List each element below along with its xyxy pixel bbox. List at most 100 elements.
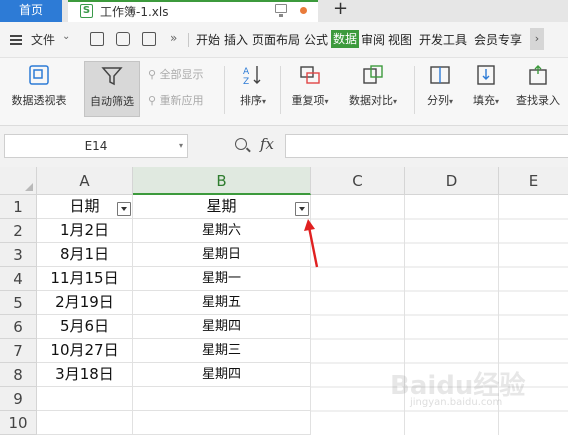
column-header-e[interactable]: E — [499, 167, 568, 195]
cell-a7[interactable]: 10月27日 — [37, 339, 133, 363]
more-commands-icon[interactable]: » — [170, 31, 177, 45]
menu-item-data[interactable]: 数据 — [331, 30, 360, 48]
print-icon[interactable] — [116, 32, 130, 46]
chevron-down-icon[interactable]: ⌄ — [62, 31, 70, 42]
filter-funnel-icon — [101, 65, 123, 87]
show-all-button[interactable]: ⚲ 全部显示 — [148, 66, 204, 82]
chevron-down-icon[interactable]: ▾ — [179, 135, 183, 157]
column-header-b[interactable]: B — [133, 167, 311, 195]
column-header-a[interactable]: A — [37, 167, 133, 195]
cell-b2[interactable]: 星期六 — [133, 219, 311, 243]
cell-b10[interactable] — [133, 411, 311, 435]
menu-item-developer[interactable]: 开发工具 — [419, 31, 467, 48]
formula-bar: E14 ▾ fx — [0, 126, 568, 167]
print-preview-icon[interactable] — [142, 32, 156, 46]
row-header[interactable]: 5 — [0, 291, 37, 315]
pivot-table-button[interactable]: 数据透视表 — [6, 64, 72, 108]
cell-b1[interactable]: 星期 — [133, 195, 311, 219]
menu-item-page-layout[interactable]: 页面布局 — [252, 31, 300, 48]
menu-item-view[interactable]: 视图 — [388, 31, 412, 48]
fill-down-icon — [475, 64, 497, 86]
show-all-icon: ⚲ — [148, 68, 157, 81]
ribbon-divider — [414, 66, 415, 114]
filter-dropdown-icon[interactable] — [117, 202, 131, 216]
cell-b4[interactable]: 星期一 — [133, 267, 311, 291]
watermark-url: jingyan.baidu.com — [410, 397, 503, 408]
ribbon-toolbar: 数据透视表 自动筛选 ⚲ 全部显示 ⚲ 重新应用 AZ 排序▾ 重复项▾ 数据对… — [0, 58, 568, 126]
svg-text:A: A — [243, 67, 250, 77]
row-header[interactable]: 3 — [0, 243, 37, 267]
menu-scroll-right-icon[interactable]: › — [530, 28, 544, 50]
row-header[interactable]: 7 — [0, 339, 37, 363]
split-column-icon — [429, 64, 451, 86]
filter-dropdown-icon[interactable] — [295, 202, 309, 216]
cell-a4[interactable]: 11月15日 — [37, 267, 133, 291]
ribbon-divider — [280, 66, 281, 114]
new-tab-button[interactable]: + — [333, 0, 348, 19]
sort-button[interactable]: AZ 排序▾ — [232, 64, 274, 108]
pivot-table-icon — [28, 64, 50, 86]
row-header[interactable]: 6 — [0, 315, 37, 339]
row-header[interactable]: 8 — [0, 363, 37, 387]
cell-a5[interactable]: 2月19日 — [37, 291, 133, 315]
cell-b3[interactable]: 星期日 — [133, 243, 311, 267]
duplicates-button[interactable]: 重复项▾ — [286, 64, 334, 108]
chevron-down-icon: ▾ — [324, 97, 329, 106]
select-all-corner[interactable] — [0, 167, 37, 195]
split-column-button[interactable]: 分列▾ — [420, 64, 460, 108]
row-header[interactable]: 2 — [0, 219, 37, 243]
chevron-down-icon: ▾ — [261, 97, 266, 106]
formula-input[interactable] — [285, 134, 568, 158]
row-header[interactable]: 4 — [0, 267, 37, 291]
monitor-icon[interactable] — [275, 4, 287, 17]
tab-home[interactable]: 首页 — [0, 0, 62, 22]
cell-a2[interactable]: 1月2日 — [37, 219, 133, 243]
file-menu[interactable]: 文件 — [31, 31, 55, 48]
unsaved-indicator-icon — [300, 7, 307, 14]
hamburger-menu-icon[interactable] — [10, 35, 22, 45]
chevron-down-icon: ▾ — [392, 97, 397, 106]
row-header[interactable]: 9 — [0, 387, 37, 411]
document-title: 工作簿-1.xls — [100, 5, 169, 19]
menu-item-insert[interactable]: 插入 — [224, 31, 248, 48]
sort-icon: AZ — [242, 64, 264, 87]
annotation-arrow-icon — [304, 219, 319, 268]
cell-b9[interactable] — [133, 387, 311, 411]
row-header[interactable]: 10 — [0, 411, 37, 435]
insert-function-icon[interactable]: fx — [260, 135, 274, 153]
data-compare-button[interactable]: 数据对比▾ — [342, 64, 404, 108]
zoom-icon[interactable] — [235, 138, 247, 150]
lookup-entry-icon — [527, 64, 549, 86]
column-header-c[interactable]: C — [311, 167, 405, 195]
autofilter-button[interactable]: 自动筛选 — [84, 61, 140, 117]
menu-item-formulas[interactable]: 公式 — [304, 31, 328, 48]
menu-item-start[interactable]: 开始 — [196, 31, 220, 48]
fill-button[interactable]: 填充▾ — [466, 64, 506, 108]
cell-a3[interactable]: 8月1日 — [37, 243, 133, 267]
menu-divider — [188, 33, 189, 47]
lookup-entry-button[interactable]: 查找录入 — [512, 64, 564, 108]
spreadsheet-file-icon: S — [80, 4, 93, 18]
tab-bar: 首页 S 工作簿-1.xls + — [0, 0, 568, 22]
row-header[interactable]: 1 — [0, 195, 37, 219]
cell-b6[interactable]: 星期四 — [133, 315, 311, 339]
tab-document[interactable]: S 工作簿-1.xls — [68, 0, 318, 22]
name-box[interactable]: E14 ▾ — [4, 134, 188, 158]
data-compare-icon — [362, 64, 384, 86]
cell-a10[interactable] — [37, 411, 133, 435]
reapply-button[interactable]: ⚲ 重新应用 — [148, 92, 204, 108]
column-header-d[interactable]: D — [405, 167, 499, 195]
save-icon[interactable] — [90, 32, 104, 46]
ribbon-divider — [224, 66, 225, 114]
chevron-down-icon: ▾ — [494, 97, 499, 106]
cell-b5[interactable]: 星期五 — [133, 291, 311, 315]
duplicates-icon — [299, 64, 321, 86]
cell-a8[interactable]: 3月18日 — [37, 363, 133, 387]
cell-b8[interactable]: 星期四 — [133, 363, 311, 387]
menu-item-member[interactable]: 会员专享 — [474, 31, 522, 48]
cell-b7[interactable]: 星期三 — [133, 339, 311, 363]
menu-item-review[interactable]: 审阅 — [361, 31, 385, 48]
cell-a9[interactable] — [37, 387, 133, 411]
svg-text:Z: Z — [243, 77, 249, 86]
cell-a6[interactable]: 5月6日 — [37, 315, 133, 339]
